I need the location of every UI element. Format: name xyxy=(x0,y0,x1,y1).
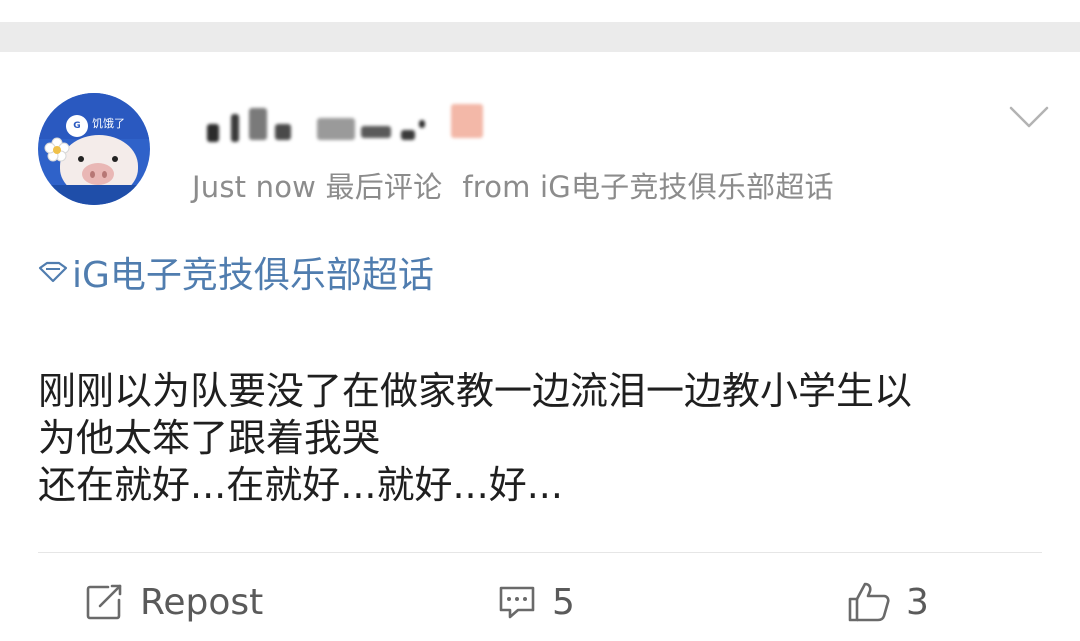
avatar-cap-badge: G xyxy=(66,115,88,137)
avatar-shirt xyxy=(38,185,150,205)
redaction-block xyxy=(249,108,267,140)
avatar-eye-left xyxy=(78,156,84,162)
repost-label: Repost xyxy=(140,581,264,623)
redaction-block xyxy=(419,120,425,128)
like-button[interactable]: 3 xyxy=(846,578,929,626)
top-strip xyxy=(0,0,1080,22)
post-text-line: 还在就好...在就好...就好...好... xyxy=(38,463,563,507)
avatar[interactable]: G 饥饿了 xyxy=(38,93,150,205)
redaction-block xyxy=(275,124,291,140)
post-text-line: 刚刚以为队要没了在做家教一边流泪一边教小学生以 xyxy=(38,369,913,413)
avatar-nostril-right xyxy=(102,171,107,178)
like-count: 3 xyxy=(906,581,929,623)
post-source-link[interactable]: from iG电子竞技俱乐部超话 xyxy=(462,170,833,204)
action-divider xyxy=(38,552,1042,553)
redaction-emoji xyxy=(451,104,483,138)
repost-button[interactable]: Repost xyxy=(84,578,263,626)
avatar-snout xyxy=(82,163,114,185)
post-body: 刚刚以为队要没了在做家教一边流泪一边教小学生以 为他太笨了跟着我哭 还在就好..… xyxy=(38,368,1048,509)
redaction-block xyxy=(207,124,219,142)
avatar-eye-right xyxy=(112,156,118,162)
redaction-block xyxy=(361,126,391,138)
comment-button[interactable]: 5 xyxy=(496,578,575,626)
flower-icon xyxy=(44,137,70,162)
redaction-block xyxy=(231,114,239,142)
supertopic-link[interactable]: iG电子竞技俱乐部超话 xyxy=(38,246,434,298)
edit-square-icon xyxy=(86,584,122,620)
avatar-nostril-left xyxy=(90,171,95,178)
username-redacted[interactable] xyxy=(205,102,495,146)
redaction-block xyxy=(317,118,355,140)
thumbs-up-icon xyxy=(848,582,890,622)
post-text-line: 为他太笨了跟着我哭 xyxy=(38,416,381,460)
feed-separator xyxy=(0,22,1080,52)
post-timestamp: Just now xyxy=(192,170,317,204)
supertopic-label: iG电子竞技俱乐部超话 xyxy=(72,255,434,296)
comment-bubble-icon xyxy=(499,586,535,619)
chevron-down-icon[interactable] xyxy=(1008,104,1050,130)
last-comment-label: 最后评论 xyxy=(325,170,443,204)
diamond-icon xyxy=(38,261,68,283)
comment-count: 5 xyxy=(552,581,575,623)
redaction-block xyxy=(401,130,415,140)
avatar-cap-text: 饥饿了 xyxy=(92,117,125,130)
post-meta: Just now 最后评论 from iG电子竞技俱乐部超话 xyxy=(192,164,834,206)
